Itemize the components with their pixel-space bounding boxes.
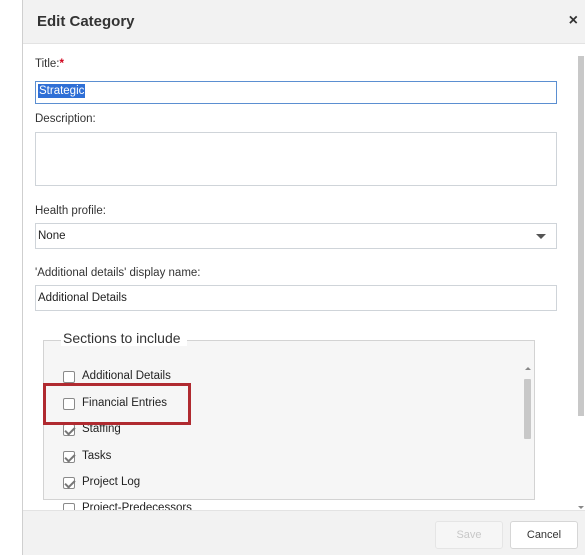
dialog-title: Edit Category [37, 13, 135, 30]
checkbox-icon[interactable] [63, 451, 75, 463]
background-strip [0, 0, 22, 555]
required-mark: * [59, 58, 64, 70]
title-input[interactable]: Strategic [35, 81, 557, 104]
dialog-scrollbar[interactable] [577, 56, 585, 511]
title-label: Title:* [35, 58, 64, 70]
checkbox-icon[interactable] [63, 477, 75, 489]
details-display-name-label: 'Additional details' display name: [35, 267, 201, 279]
health-profile-value: None [38, 230, 66, 242]
cancel-button[interactable]: Cancel [510, 521, 578, 549]
section-item-label: Project Log [82, 476, 141, 488]
details-display-name-input[interactable]: Additional Details [35, 285, 557, 311]
dialog-header: Edit Category × [23, 0, 585, 44]
scroll-down-icon[interactable] [578, 506, 584, 509]
section-item-label: Tasks [82, 450, 112, 462]
sections-legend: Sections to include [61, 330, 187, 346]
scroll-up-icon[interactable] [525, 367, 531, 370]
dialog-footer: Save Cancel [23, 510, 585, 555]
highlight-box [43, 383, 191, 425]
health-profile-select[interactable]: None [35, 223, 557, 249]
scroll-thumb[interactable] [524, 379, 531, 439]
close-icon[interactable]: × [569, 12, 578, 30]
save-button[interactable]: Save [435, 521, 503, 549]
sections-scrollbar[interactable] [523, 365, 532, 490]
details-display-name-value: Additional Details [38, 292, 127, 304]
chevron-down-icon [536, 234, 546, 239]
section-item-label: Additional Details [82, 370, 171, 382]
title-label-text: Title: [35, 58, 60, 70]
title-input-value: Strategic [38, 84, 86, 98]
checkbox-icon[interactable] [63, 424, 75, 436]
edit-category-dialog: Edit Category × Title:* Strategic Descri… [22, 0, 585, 555]
checkbox-icon[interactable] [63, 371, 75, 383]
dialog-scroll-thumb[interactable] [578, 56, 584, 416]
description-textarea[interactable] [35, 132, 557, 186]
description-label: Description: [35, 113, 96, 125]
health-profile-label: Health profile: [35, 205, 106, 217]
